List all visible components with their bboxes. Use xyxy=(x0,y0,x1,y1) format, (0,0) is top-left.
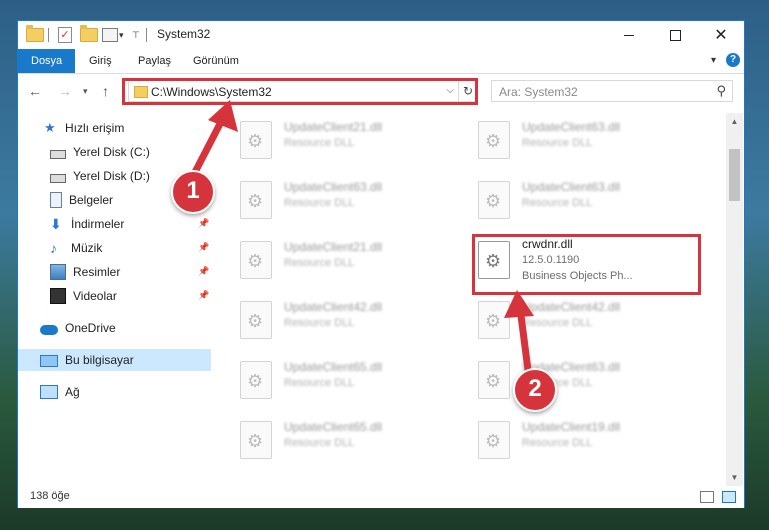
dll-file-icon xyxy=(478,121,510,159)
dll-file-icon xyxy=(478,301,510,339)
network-icon xyxy=(40,385,58,399)
navigation-pane: ★ Hızlı erişim Yerel Disk (C:) Yerel Dis… xyxy=(18,113,211,463)
dll-file-icon xyxy=(478,421,510,459)
file-company: Business Objects Ph... xyxy=(522,270,633,282)
dll-file-icon xyxy=(478,361,510,399)
file-tile[interactable]: UpdateClient65.dll Resource DLL xyxy=(218,353,446,407)
nav-local-disk-d[interactable]: Yerel Disk (D:) xyxy=(50,165,150,187)
file-tile[interactable]: UpdateClient21.dll Resource DLL xyxy=(218,233,446,287)
ribbon-expand-icon[interactable]: ▾ xyxy=(711,55,716,66)
explorer-window: ✓ ▾ ⊤ System32 ✕ Dosya Giriş Paylaş Görü… xyxy=(17,20,745,508)
properties-check-icon[interactable]: ✓ xyxy=(58,26,72,44)
nav-pictures[interactable]: Resimler xyxy=(50,261,120,283)
nav-documents[interactable]: Belgeler xyxy=(50,189,113,211)
pin-icon[interactable]: 📌 xyxy=(198,290,209,301)
nav-music[interactable]: ♪ Müzik xyxy=(50,237,102,259)
address-bar[interactable]: C:\Windows\System32 ⌵ xyxy=(128,80,461,102)
scroll-thumb[interactable] xyxy=(729,149,740,201)
computer-icon xyxy=(40,354,58,367)
recent-locations-icon[interactable]: ▾ xyxy=(83,86,88,97)
nav-local-disk-c[interactable]: Yerel Disk (C:) xyxy=(50,141,150,163)
file-tile[interactable]: UpdateClient42.dll Resource DLL xyxy=(456,293,684,347)
file-name: crwdnr.dll xyxy=(522,237,573,251)
file-list: UpdateClient21.dll Resource DLL UpdateCl… xyxy=(218,113,726,479)
tab-home[interactable]: Giriş xyxy=(89,49,112,73)
scroll-up-icon[interactable]: ▲ xyxy=(726,113,743,130)
close-button[interactable]: ✕ xyxy=(698,21,744,49)
ribbon-tabs: Dosya Giriş Paylaş Görünüm ▾ ? xyxy=(18,49,744,74)
dll-file-icon xyxy=(240,181,272,219)
back-arrow-icon[interactable]: ← xyxy=(28,83,42,99)
window-title: System32 xyxy=(157,27,211,41)
pin-icon[interactable]: 📌 xyxy=(198,218,209,229)
tab-file[interactable]: Dosya xyxy=(18,49,76,73)
folder-icon xyxy=(134,86,148,98)
help-icon[interactable]: ? xyxy=(726,53,740,67)
nav-onedrive[interactable]: OneDrive xyxy=(40,317,116,339)
nav-quick-access[interactable]: ★ Hızlı erişim xyxy=(44,117,124,139)
title-bar: ✓ ▾ ⊤ System32 ✕ xyxy=(18,21,744,49)
minimize-button[interactable] xyxy=(606,21,652,49)
step-2-badge: 2 xyxy=(513,368,557,412)
nav-this-pc[interactable]: Bu bilgisayar xyxy=(18,349,211,371)
file-tile-crwdnr-dll[interactable]: crwdnr.dll 12.5.0.1190 Business Objects … xyxy=(456,233,684,287)
pictures-icon xyxy=(50,264,66,280)
details-view-icon[interactable] xyxy=(700,491,714,503)
refresh-button[interactable]: ↻ xyxy=(458,80,478,102)
file-tile[interactable]: UpdateClient21.dll Resource DLL xyxy=(218,113,446,167)
maximize-button[interactable] xyxy=(652,21,698,49)
search-icon: ⚲ xyxy=(716,83,726,98)
folder-icon xyxy=(26,25,44,44)
file-tile[interactable]: UpdateClient63.dll Resource DLL xyxy=(218,173,446,227)
music-note-icon: ♪ xyxy=(50,240,57,256)
file-tile[interactable]: UpdateClient63.dll Resource DLL xyxy=(456,173,684,227)
dll-file-icon xyxy=(240,301,272,339)
file-tile[interactable]: UpdateClient63.dll Resource DLL xyxy=(456,113,684,167)
step-1-badge: 1 xyxy=(171,170,215,214)
customize-qa-icon[interactable]: ⊤ xyxy=(132,26,140,44)
tiles-view-icon[interactable] xyxy=(722,491,736,503)
film-icon xyxy=(50,288,66,304)
file-tile[interactable]: UpdateClient42.dll Resource DLL xyxy=(218,293,446,347)
drive-icon xyxy=(50,150,66,159)
separator xyxy=(146,26,147,44)
dll-file-icon xyxy=(240,121,272,159)
search-placeholder: Ara: System32 xyxy=(499,85,578,99)
quick-access-caret-icon[interactable]: ▾ xyxy=(119,26,124,44)
forward-arrow-icon[interactable]: → xyxy=(58,83,72,99)
dll-file-icon xyxy=(478,241,510,279)
file-tile[interactable]: UpdateClient19.dll Resource DLL xyxy=(456,413,684,467)
document-icon xyxy=(50,192,62,208)
drive-icon xyxy=(50,174,66,183)
new-folder-icon[interactable] xyxy=(80,25,98,44)
dll-file-icon xyxy=(478,181,510,219)
separator xyxy=(48,26,49,44)
dll-file-icon xyxy=(240,421,272,459)
nav-downloads[interactable]: ⬇ İndirmeler xyxy=(50,213,124,235)
dll-file-icon xyxy=(240,361,272,399)
tab-view[interactable]: Görünüm xyxy=(193,49,239,73)
file-tile[interactable]: UpdateClient65.dll Resource DLL xyxy=(218,413,446,467)
cloud-icon xyxy=(40,324,58,335)
vertical-scrollbar[interactable]: ▲ ▼ xyxy=(726,113,743,486)
pin-icon[interactable]: 📌 xyxy=(198,242,209,253)
scroll-down-icon[interactable]: ▼ xyxy=(726,469,743,486)
search-input[interactable]: Ara: System32 ⚲ xyxy=(491,80,733,102)
star-icon: ★ xyxy=(44,120,56,135)
chevron-down-icon[interactable]: ⌵ xyxy=(446,85,454,96)
up-arrow-icon[interactable]: ↑ xyxy=(102,83,109,99)
tab-share[interactable]: Paylaş xyxy=(138,49,171,73)
address-path: C:\Windows\System32 xyxy=(151,85,272,99)
pin-icon[interactable]: 📌 xyxy=(198,266,209,277)
nav-videos[interactable]: Videolar xyxy=(50,285,117,307)
nav-network[interactable]: Ağ xyxy=(40,381,80,403)
status-bar: 138 öğe xyxy=(18,486,744,508)
properties-icon[interactable] xyxy=(102,26,118,44)
file-tile[interactable]: UpdateClient63.dll Resource DLL xyxy=(456,353,684,407)
dll-file-icon xyxy=(240,241,272,279)
item-count: 138 öğe xyxy=(30,490,70,502)
download-arrow-icon: ⬇ xyxy=(50,216,62,232)
file-version: 12.5.0.1190 xyxy=(522,254,580,266)
